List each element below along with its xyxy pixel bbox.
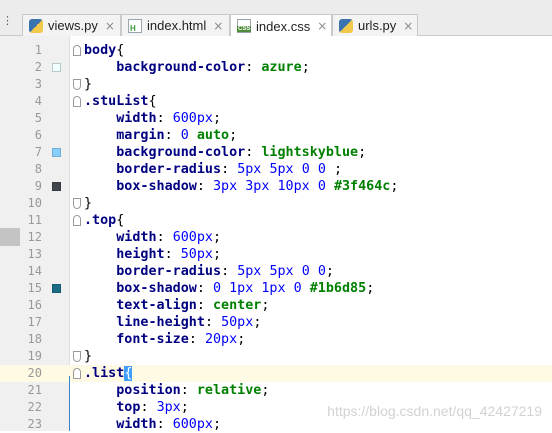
code-text[interactable]: } [84, 195, 92, 212]
color-swatch-icon[interactable] [52, 63, 61, 72]
line-number: 10 [27, 196, 42, 210]
line-number: 15 [27, 281, 42, 295]
code-line-18[interactable]: 18 font-size: 20px; [0, 331, 552, 348]
code-line-17[interactable]: 17 line-height: 50px; [0, 314, 552, 331]
code-line-15[interactable]: 15 box-shadow: 0 1px 1px 0 #1b6d85; [0, 280, 552, 297]
close-icon[interactable]: × [317, 19, 327, 33]
tab-index-css[interactable]: index.css × [230, 14, 332, 37]
code-line-21[interactable]: 21 position: relative; [0, 382, 552, 399]
line-number: 5 [34, 111, 42, 125]
code-text[interactable]: } [84, 76, 92, 93]
line-number: 6 [34, 128, 42, 142]
close-icon[interactable]: × [403, 19, 413, 33]
code-text[interactable]: .top{ [84, 212, 124, 229]
tab-urls-py[interactable]: urls.py × [332, 14, 418, 36]
fold-start-icon[interactable] [73, 45, 81, 56]
code-line-5[interactable]: 5 width: 600px; [0, 110, 552, 127]
code-line-8[interactable]: 8 border-radius: 5px 5px 0 0 ; [0, 161, 552, 178]
fold-start-icon[interactable] [73, 215, 81, 226]
tab-list-icon[interactable]: ⋮ [2, 14, 13, 27]
fold-end-icon[interactable] [73, 198, 81, 209]
tab-label: index.html [147, 18, 207, 33]
line-number: 23 [27, 417, 42, 431]
code-text[interactable]: background-color: lightskyblue; [84, 144, 366, 161]
line-number: 14 [27, 264, 42, 278]
code-text[interactable]: font-size: 20px; [84, 331, 245, 348]
line-number: 3 [34, 77, 42, 91]
tab-label: views.py [48, 18, 98, 33]
fold-end-icon[interactable] [73, 79, 81, 90]
code-line-7[interactable]: 7 background-color: lightskyblue; [0, 144, 552, 161]
line-number: 2 [34, 60, 42, 74]
tab-label: urls.py [358, 18, 397, 33]
tab-label: index.css [256, 18, 311, 34]
code-text[interactable]: box-shadow: 3px 3px 10px 0 #3f464c; [84, 178, 398, 195]
line-number: 19 [27, 349, 42, 363]
code-text[interactable]: margin: 0 auto; [84, 127, 237, 144]
tab-index-html[interactable]: index.html × [121, 14, 230, 36]
color-swatch-icon[interactable] [52, 148, 61, 157]
line-number: 12 [27, 230, 42, 244]
code-line-14[interactable]: 14 border-radius: 5px 5px 0 0; [0, 263, 552, 280]
watermark: https://blog.csdn.net/qq_42427219 [327, 403, 542, 419]
code-line-13[interactable]: 13 height: 50px; [0, 246, 552, 263]
code-text[interactable]: height: 50px; [84, 246, 221, 263]
code-line-4[interactable]: 4 .stuList{ [0, 93, 552, 110]
line-number: 21 [27, 383, 42, 397]
code-line-19[interactable]: 19} [0, 348, 552, 365]
line-number: 16 [27, 298, 42, 312]
code-line-10[interactable]: 10} [0, 195, 552, 212]
line-number: 20 [27, 366, 42, 380]
code-text[interactable]: } [84, 348, 92, 365]
code-text[interactable]: top: 3px; [84, 399, 189, 416]
html-file-icon [128, 18, 142, 33]
line-number: 17 [27, 315, 42, 329]
line-number: 4 [34, 94, 42, 108]
line-number: 18 [27, 332, 42, 346]
fold-start-icon[interactable] [73, 368, 81, 379]
fold-start-icon[interactable] [73, 96, 81, 107]
code-text[interactable]: position: relative; [84, 382, 269, 399]
python-file-icon [29, 18, 43, 33]
code-text[interactable]: width: 600px; [84, 416, 221, 433]
code-line-20[interactable]: 20 .list{ [0, 365, 552, 382]
close-icon[interactable]: × [105, 19, 115, 33]
code-line-6[interactable]: 6 margin: 0 auto; [0, 127, 552, 144]
tab-views-py[interactable]: views.py × [22, 14, 121, 36]
line-number: 7 [34, 145, 42, 159]
code-line-3[interactable]: 3} [0, 76, 552, 93]
code-line-1[interactable]: 1 body{ [0, 42, 552, 59]
code-text[interactable]: line-height: 50px; [84, 314, 261, 331]
line-number: 8 [34, 162, 42, 176]
code-line-9[interactable]: 9 box-shadow: 3px 3px 10px 0 #3f464c; [0, 178, 552, 195]
color-swatch-icon[interactable] [52, 284, 61, 293]
editor-tab-bar: ⋮ views.py × index.html × index.css × ur… [0, 0, 552, 37]
line-number: 22 [27, 400, 42, 414]
code-line-2[interactable]: 2 background-color: azure; [0, 59, 552, 76]
code-text[interactable]: width: 600px; [84, 110, 221, 127]
line-number: 11 [27, 213, 42, 227]
code-text[interactable]: text-align: center; [84, 297, 269, 314]
code-text[interactable]: background-color: azure; [84, 59, 310, 76]
css-file-icon [237, 19, 252, 33]
line-number: 9 [34, 179, 42, 193]
line-number: 1 [34, 43, 42, 57]
code-text[interactable]: width: 600px; [84, 229, 221, 246]
close-icon[interactable]: × [213, 19, 223, 33]
code-text[interactable]: border-radius: 5px 5px 0 0 ; [84, 161, 342, 178]
color-swatch-icon[interactable] [52, 182, 61, 191]
line-number: 13 [27, 247, 42, 261]
python-file-icon [339, 18, 353, 33]
code-line-12[interactable]: 12 width: 600px; [0, 229, 552, 246]
code-text[interactable]: .stuList{ [84, 93, 157, 110]
code-line-16[interactable]: 16 text-align: center; [0, 297, 552, 314]
code-text[interactable]: box-shadow: 0 1px 1px 0 #1b6d85; [84, 280, 374, 297]
fold-end-icon[interactable] [73, 351, 81, 362]
code-line-11[interactable]: 11 .top{ [0, 212, 552, 229]
indent-guide [69, 376, 70, 431]
code-text[interactable]: .list{ [84, 365, 133, 382]
code-text[interactable]: body{ [84, 42, 124, 59]
code-text[interactable]: border-radius: 5px 5px 0 0; [84, 263, 334, 280]
